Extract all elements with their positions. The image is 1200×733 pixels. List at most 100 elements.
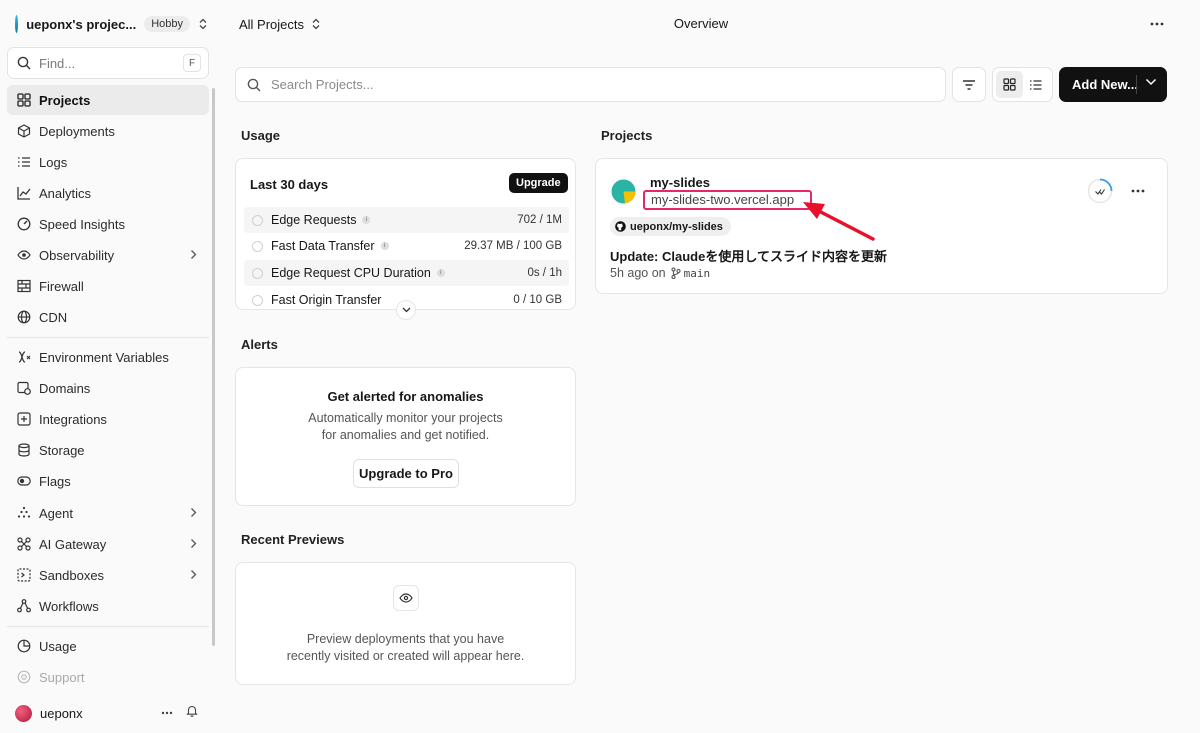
info-icon[interactable]: i xyxy=(380,242,389,250)
deployment-status-icon[interactable] xyxy=(1087,178,1113,204)
sidebar-divider xyxy=(7,626,209,627)
info-icon[interactable]: i xyxy=(362,216,371,224)
upgrade-button[interactable]: Upgrade xyxy=(509,173,568,193)
list-view-button[interactable] xyxy=(1023,71,1050,98)
filter-button[interactable] xyxy=(952,67,986,102)
usage-value: 29.37 MB / 100 GB xyxy=(464,240,562,252)
branch-icon xyxy=(671,267,681,279)
usage-ring-icon xyxy=(252,267,263,279)
chevron-right-icon xyxy=(190,507,197,518)
github-icon xyxy=(615,221,626,232)
preview-eye-icon xyxy=(393,585,419,611)
integrations-icon xyxy=(17,412,31,426)
sidebar-item-analytics[interactable]: Analytics xyxy=(7,178,209,208)
sidebar-item-support[interactable]: Support xyxy=(7,662,209,692)
sidebar-item-workflows[interactable]: Workflows xyxy=(7,591,209,621)
sidebar-item-label: Support xyxy=(39,669,85,685)
usage-label: Edge Request CPU Duration xyxy=(271,266,431,280)
more-options-icon[interactable] xyxy=(1150,16,1164,32)
sidebar-item-firewall[interactable]: Firewall xyxy=(7,271,209,301)
usage-row[interactable]: Edge Requests i 702 / 1M xyxy=(244,207,569,233)
sidebar-item-label: Deployments xyxy=(39,123,115,139)
team-switcher[interactable]: ueponx's projec... Hobby xyxy=(8,10,208,38)
view-toggle xyxy=(992,67,1053,102)
project-scope-selector[interactable]: All Projects xyxy=(239,15,321,33)
sidebar-item-logs[interactable]: Logs xyxy=(7,147,209,177)
grid-view-button[interactable] xyxy=(996,71,1023,98)
sidebar-item-cdn[interactable]: CDN xyxy=(7,302,209,332)
sidebar-item-projects[interactable]: Projects xyxy=(7,85,209,115)
sidebar-item-domains[interactable]: Domains xyxy=(7,373,209,403)
search-placeholder: Search Projects... xyxy=(271,77,374,92)
sidebar-item-environment-variables[interactable]: Environment Variables xyxy=(7,342,209,372)
sidebar-item-integrations[interactable]: Integrations xyxy=(7,404,209,434)
project-more-icon[interactable] xyxy=(1131,184,1145,198)
project-url-link[interactable]: my-slides-two.vercel.app xyxy=(643,190,812,210)
chevron-right-icon xyxy=(190,538,197,549)
sidebar-item-flags[interactable]: Flags xyxy=(7,466,209,496)
sidebar-item-usage[interactable]: Usage xyxy=(7,631,209,661)
sidebar-item-label: Integrations xyxy=(39,411,107,427)
alerts-section-title: Alerts xyxy=(241,337,278,352)
alerts-desc-line2: for anomalies and get notified. xyxy=(321,428,490,442)
chevron-up-down-icon xyxy=(311,18,321,30)
sidebar-scrollbar[interactable] xyxy=(212,88,215,646)
sidebar-item-sandboxes[interactable]: Sandboxes xyxy=(7,560,209,590)
add-new-button[interactable]: Add New... xyxy=(1059,67,1167,102)
agent-icon xyxy=(17,506,31,520)
usage-value: 0 / 10 GB xyxy=(513,294,562,306)
sidebar-item-ai-gateway[interactable]: AI Gateway xyxy=(7,529,209,559)
usage-label: Fast Data Transfer xyxy=(271,239,375,253)
usage-row[interactable]: Fast Data Transfer i 29.37 MB / 100 GB xyxy=(244,233,569,259)
gauge-icon xyxy=(17,217,31,231)
chevron-down-icon[interactable] xyxy=(1145,78,1157,86)
sidebar-item-storage[interactable]: Storage xyxy=(7,435,209,465)
support-icon xyxy=(17,670,31,684)
usage-label: Edge Requests xyxy=(271,213,357,227)
variable-icon xyxy=(17,350,31,364)
expand-usage-button[interactable] xyxy=(396,300,416,320)
project-card[interactable]: my-slides my-slides-two.vercel.app uepon… xyxy=(595,158,1168,294)
sidebar-item-observability[interactable]: Observability xyxy=(7,240,209,270)
upgrade-to-pro-button[interactable]: Upgrade to Pro xyxy=(353,459,459,488)
sidebar-item-label: Firewall xyxy=(39,278,84,294)
sidebar-item-label: Workflows xyxy=(39,598,99,614)
project-name[interactable]: my-slides xyxy=(650,175,710,190)
sidebar-item-label: CDN xyxy=(39,309,68,325)
grid-icon xyxy=(17,93,31,107)
find-input[interactable]: Find... F xyxy=(7,47,209,79)
usage-section-title: Usage xyxy=(241,128,281,143)
sidebar-item-label: Domains xyxy=(39,380,91,396)
user-more-button[interactable] xyxy=(156,702,178,724)
sidebar-item-label: Projects xyxy=(39,92,91,108)
chevron-right-icon xyxy=(190,249,197,260)
branch-name: main xyxy=(683,266,711,280)
bell-icon[interactable] xyxy=(186,704,198,717)
plan-badge: Hobby xyxy=(144,16,190,32)
usage-card: Last 30 days Upgrade Edge Requests i 702… xyxy=(235,158,576,310)
alerts-card: Get alerted for anomalies Automatically … xyxy=(235,367,576,506)
usage-label: Fast Origin Transfer xyxy=(271,293,382,307)
usage-ring-icon xyxy=(252,240,263,252)
user-menu[interactable]: ueponx xyxy=(8,700,208,726)
sidebar-item-label: Environment Variables xyxy=(39,349,169,365)
search-projects-input[interactable]: Search Projects... xyxy=(235,67,946,102)
sidebar-item-speed-insights[interactable]: Speed Insights xyxy=(7,209,209,239)
chevron-down-icon xyxy=(402,307,411,313)
sidebar-item-label: Agent xyxy=(39,505,73,521)
repo-link[interactable]: ueponx/my-slides xyxy=(610,217,731,236)
sidebar-item-deployments[interactable]: Deployments xyxy=(7,116,209,146)
scope-label: All Projects xyxy=(239,16,305,32)
commit-message[interactable]: Update: Claudeを使用してスライド内容を更新 xyxy=(610,246,887,265)
info-icon[interactable]: i xyxy=(436,269,445,277)
sidebar-item-label: Usage xyxy=(39,638,77,654)
projects-section-title: Projects xyxy=(601,128,653,143)
sidebar: ueponx's projec... Hobby Find... F Proje… xyxy=(0,0,215,733)
sidebar-item-label: Logs xyxy=(39,154,68,170)
add-new-label: Add New... xyxy=(1072,77,1138,92)
usage-row[interactable]: Edge Request CPU Duration i 0s / 1h xyxy=(244,260,569,286)
previews-section-title: Recent Previews xyxy=(241,532,345,547)
toggle-icon xyxy=(17,474,31,488)
sidebar-item-agent[interactable]: Agent xyxy=(7,498,209,528)
page-title: Overview xyxy=(673,16,729,31)
